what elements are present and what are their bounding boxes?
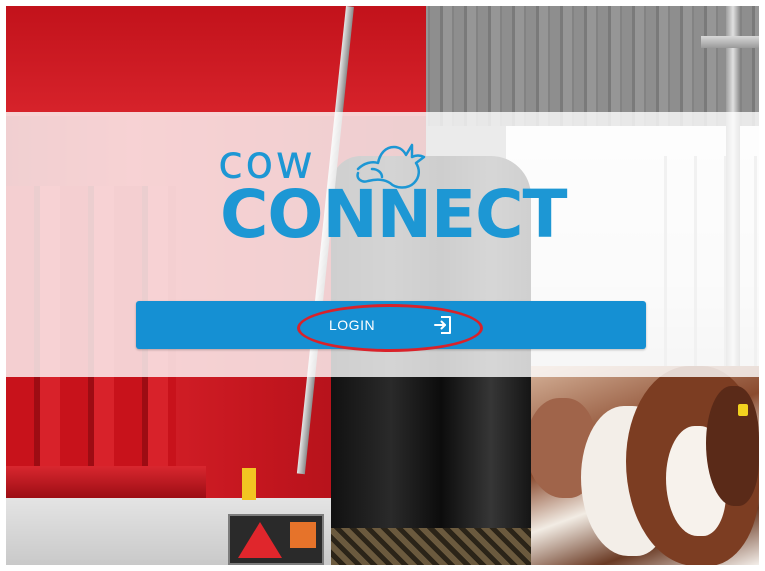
shed-roof [406, 6, 759, 126]
brand-logo: cow CONNECT [218, 139, 568, 279]
ear-tag [738, 404, 748, 416]
curtain-hem [331, 528, 531, 565]
wagon-rail [6, 466, 206, 498]
login-screen: cow CONNECT LOGIN [6, 6, 759, 565]
wagon-top [6, 6, 426, 116]
stall-pipe-joint [701, 36, 759, 48]
login-button[interactable]: LOGIN [136, 301, 646, 349]
brand-name-bottom: CONNECT [220, 176, 568, 253]
taillight-indicator [290, 522, 316, 548]
warning-sticker [242, 468, 256, 500]
cow-head [706, 386, 759, 506]
taillight-reflector [238, 522, 282, 558]
login-label: LOGIN [329, 317, 376, 333]
sign-in-icon [434, 316, 451, 334]
